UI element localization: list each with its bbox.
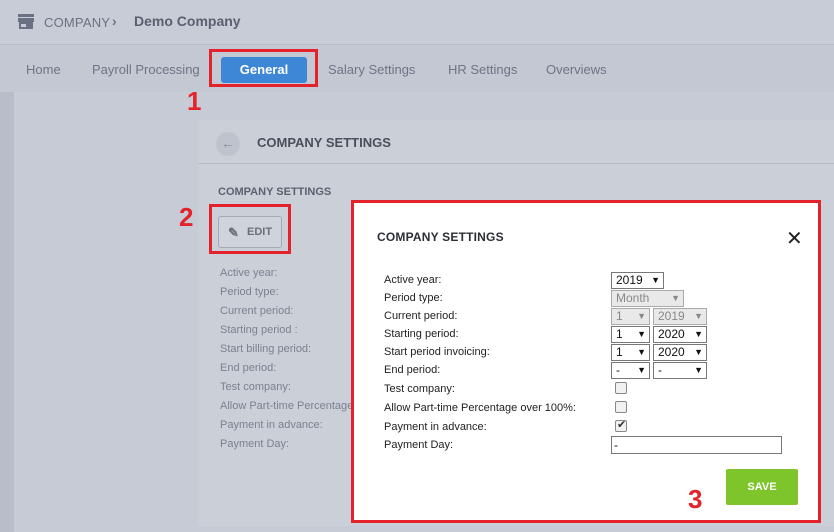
field-label: Payment in advance: — [220, 419, 323, 431]
tab-salary-settings[interactable]: Salary Settings — [328, 62, 415, 77]
field-label: End period: — [220, 362, 277, 374]
field-label: Active year: — [220, 267, 278, 279]
field-label: Starting period : — [220, 324, 298, 336]
annotation-box-general — [209, 49, 318, 87]
annotation-box-edit — [209, 204, 291, 254]
store-icon — [18, 14, 34, 29]
field-label: Payment Day: — [220, 438, 290, 450]
breadcrumb-company[interactable]: COMPANY — [44, 15, 110, 30]
top-bar: COMPANY › Demo Company — [0, 0, 834, 44]
annotation-number: 2 — [179, 202, 194, 232]
breadcrumb-current: Demo Company — [134, 13, 241, 29]
field-label: Allow Part-time Percentage — [220, 400, 354, 412]
annotation-number: 1 — [187, 86, 202, 116]
back-arrow-icon[interactable]: ← — [216, 132, 240, 156]
chevron-right-icon: › — [112, 13, 117, 29]
tab-overviews[interactable]: Overviews — [546, 62, 607, 77]
field-label: Test company: — [220, 381, 291, 393]
section-title: COMPANY SETTINGS — [218, 186, 332, 198]
field-label: Start billing period: — [220, 343, 312, 355]
annotation-box-modal — [351, 200, 821, 523]
annotation-number: 3 — [688, 484, 703, 514]
panel-header: ← COMPANY SETTINGS — [198, 120, 834, 164]
field-label: Period type: — [220, 286, 279, 298]
page-title: COMPANY SETTINGS — [257, 135, 391, 150]
tab-payroll-processing[interactable]: Payroll Processing — [92, 62, 200, 77]
field-label: Current period: — [220, 305, 294, 317]
main-nav: Home Payroll Processing General Salary S… — [0, 44, 834, 92]
tab-hr-settings[interactable]: HR Settings — [448, 62, 517, 77]
left-sidebar — [0, 92, 14, 532]
tab-home[interactable]: Home — [26, 62, 61, 77]
